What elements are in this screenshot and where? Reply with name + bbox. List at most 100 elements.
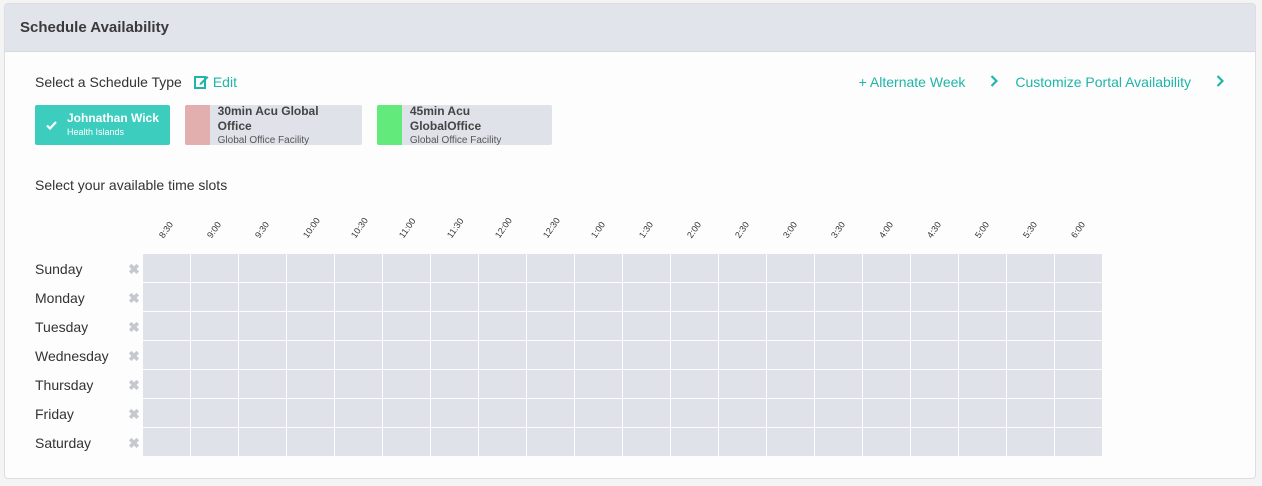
time-slot-cell[interactable]: [575, 341, 622, 369]
time-slot-cell[interactable]: [287, 399, 334, 427]
time-slot-cell[interactable]: [143, 399, 190, 427]
time-slot-cell[interactable]: [431, 254, 478, 282]
time-slot-cell[interactable]: [287, 341, 334, 369]
time-slot-cell[interactable]: [239, 428, 286, 456]
time-slot-cell[interactable]: [767, 428, 814, 456]
time-slot-cell[interactable]: [479, 312, 526, 340]
time-slot-cell[interactable]: [335, 341, 382, 369]
customize-portal-link[interactable]: Customize Portal Availability: [1015, 74, 1191, 90]
time-slot-cell[interactable]: [959, 254, 1006, 282]
time-slot-cell[interactable]: [815, 428, 862, 456]
time-slot-cell[interactable]: [479, 283, 526, 311]
time-slot-cell[interactable]: [287, 254, 334, 282]
time-slot-cell[interactable]: [623, 399, 670, 427]
time-slot-cell[interactable]: [335, 399, 382, 427]
time-slot-cell[interactable]: [767, 399, 814, 427]
time-slot-cell[interactable]: [911, 283, 958, 311]
time-slot-cell[interactable]: [911, 254, 958, 282]
clear-day-icon[interactable]: ✖: [125, 347, 143, 365]
time-slot-cell[interactable]: [383, 254, 430, 282]
time-slot-cell[interactable]: [719, 312, 766, 340]
time-slot-cell[interactable]: [191, 312, 238, 340]
time-slot-cell[interactable]: [863, 283, 910, 311]
time-slot-cell[interactable]: [719, 341, 766, 369]
time-slot-cell[interactable]: [383, 370, 430, 398]
time-slot-cell[interactable]: [575, 254, 622, 282]
time-slot-cell[interactable]: [575, 370, 622, 398]
time-slot-cell[interactable]: [671, 341, 718, 369]
time-slot-cell[interactable]: [1055, 312, 1102, 340]
time-slot-cell[interactable]: [575, 283, 622, 311]
time-slot-cell[interactable]: [431, 428, 478, 456]
time-slot-cell[interactable]: [1007, 312, 1054, 340]
alternate-week-link[interactable]: + Alternate Week: [859, 74, 966, 90]
time-slot-cell[interactable]: [1055, 254, 1102, 282]
time-slot-cell[interactable]: [623, 370, 670, 398]
chevron-right-icon[interactable]: [1213, 74, 1227, 90]
time-slot-cell[interactable]: [719, 399, 766, 427]
time-slot-cell[interactable]: [479, 254, 526, 282]
time-slot-cell[interactable]: [191, 428, 238, 456]
time-slot-cell[interactable]: [191, 370, 238, 398]
time-slot-cell[interactable]: [719, 254, 766, 282]
time-slot-cell[interactable]: [527, 312, 574, 340]
time-slot-cell[interactable]: [671, 370, 718, 398]
time-slot-cell[interactable]: [863, 370, 910, 398]
time-slot-cell[interactable]: [1007, 370, 1054, 398]
time-slot-cell[interactable]: [815, 254, 862, 282]
time-slot-cell[interactable]: [239, 341, 286, 369]
time-slot-cell[interactable]: [239, 370, 286, 398]
time-slot-cell[interactable]: [863, 254, 910, 282]
time-slot-cell[interactable]: [335, 283, 382, 311]
time-slot-cell[interactable]: [863, 341, 910, 369]
time-slot-cell[interactable]: [959, 312, 1006, 340]
time-slot-cell[interactable]: [767, 283, 814, 311]
time-slot-cell[interactable]: [335, 370, 382, 398]
time-slot-cell[interactable]: [287, 428, 334, 456]
time-slot-cell[interactable]: [863, 312, 910, 340]
time-slot-cell[interactable]: [767, 254, 814, 282]
time-slot-cell[interactable]: [287, 312, 334, 340]
time-slot-cell[interactable]: [1007, 428, 1054, 456]
time-slot-cell[interactable]: [623, 254, 670, 282]
time-slot-cell[interactable]: [815, 370, 862, 398]
time-slot-cell[interactable]: [335, 254, 382, 282]
time-slot-cell[interactable]: [575, 312, 622, 340]
time-slot-cell[interactable]: [527, 370, 574, 398]
time-slot-cell[interactable]: [863, 399, 910, 427]
time-slot-cell[interactable]: [143, 312, 190, 340]
time-slot-cell[interactable]: [191, 399, 238, 427]
clear-day-icon[interactable]: ✖: [125, 289, 143, 307]
time-slot-cell[interactable]: [1055, 370, 1102, 398]
time-slot-cell[interactable]: [239, 283, 286, 311]
time-slot-cell[interactable]: [719, 370, 766, 398]
time-slot-cell[interactable]: [911, 312, 958, 340]
time-slot-cell[interactable]: [815, 312, 862, 340]
time-slot-cell[interactable]: [383, 283, 430, 311]
time-slot-cell[interactable]: [335, 428, 382, 456]
time-slot-cell[interactable]: [671, 312, 718, 340]
time-slot-cell[interactable]: [863, 428, 910, 456]
time-slot-cell[interactable]: [1007, 254, 1054, 282]
time-slot-cell[interactable]: [815, 283, 862, 311]
time-slot-cell[interactable]: [479, 399, 526, 427]
clear-day-icon[interactable]: ✖: [125, 434, 143, 452]
time-slot-cell[interactable]: [383, 399, 430, 427]
time-slot-cell[interactable]: [431, 312, 478, 340]
time-slot-cell[interactable]: [479, 370, 526, 398]
time-slot-cell[interactable]: [239, 399, 286, 427]
time-slot-cell[interactable]: [959, 283, 1006, 311]
time-slot-cell[interactable]: [431, 370, 478, 398]
time-slot-cell[interactable]: [671, 428, 718, 456]
clear-day-icon[interactable]: ✖: [125, 260, 143, 278]
time-slot-cell[interactable]: [623, 341, 670, 369]
time-slot-cell[interactable]: [575, 428, 622, 456]
time-slot-cell[interactable]: [287, 283, 334, 311]
schedule-type-option[interactable]: 45min Acu GlobalOffice Global Office Fac…: [377, 105, 552, 145]
time-slot-cell[interactable]: [767, 341, 814, 369]
time-slot-cell[interactable]: [143, 428, 190, 456]
time-slot-cell[interactable]: [431, 283, 478, 311]
time-slot-cell[interactable]: [1055, 283, 1102, 311]
time-slot-cell[interactable]: [815, 341, 862, 369]
time-slot-cell[interactable]: [767, 370, 814, 398]
